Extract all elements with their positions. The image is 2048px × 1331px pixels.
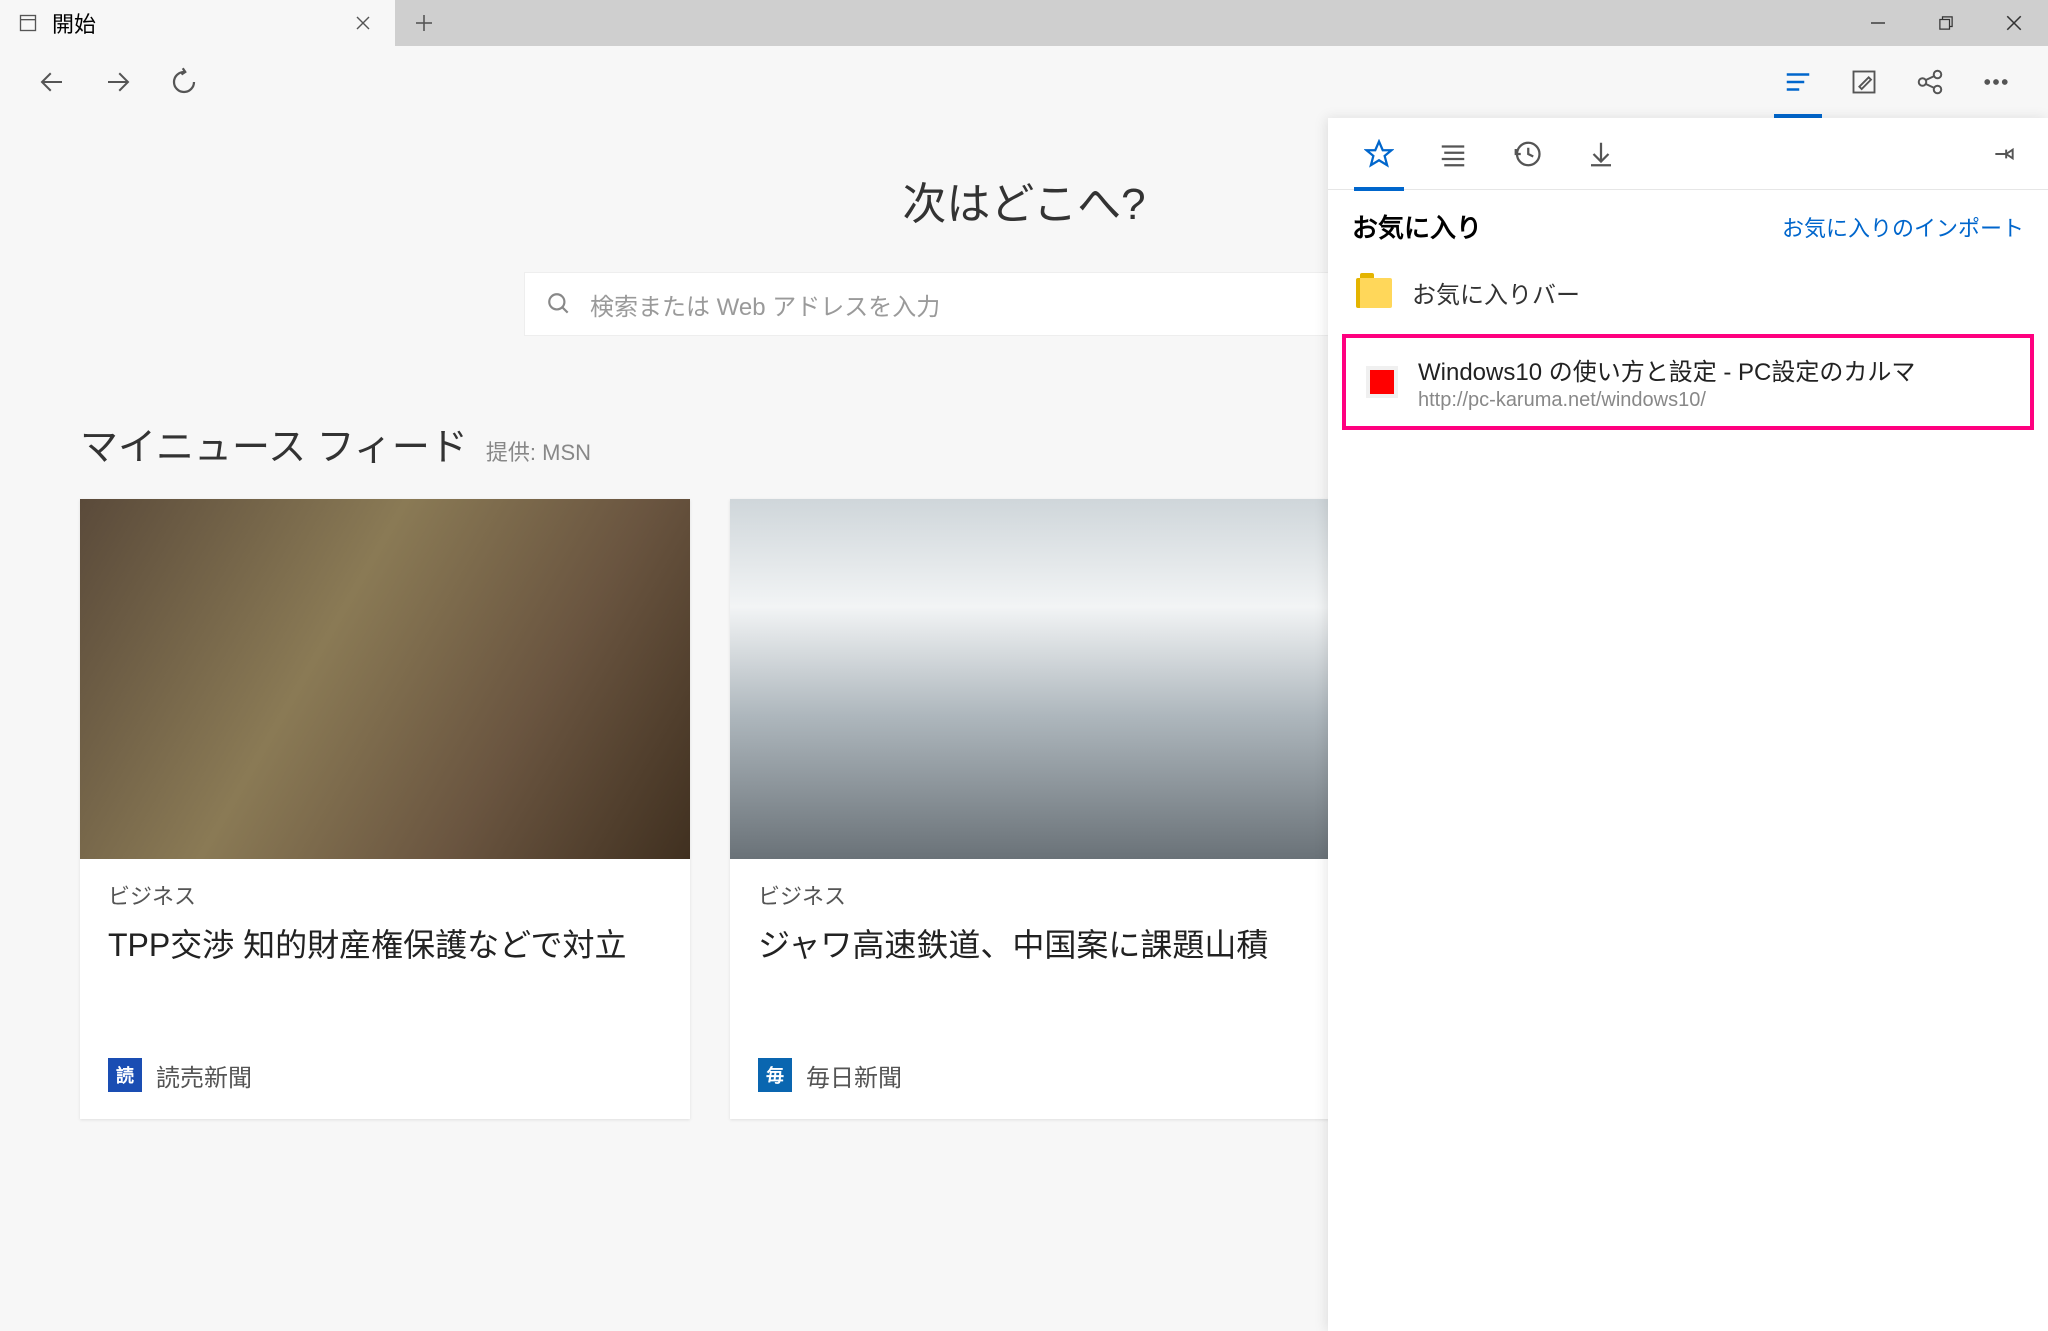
news-thumbnail bbox=[80, 499, 690, 859]
source-badge: 毎 bbox=[758, 1058, 792, 1092]
back-button[interactable] bbox=[20, 52, 84, 112]
tab-title: 開始 bbox=[52, 7, 96, 39]
news-card[interactable]: ビジネス ジャワ高速鉄道、中国案に課題山積 毎 毎日新聞 bbox=[730, 499, 1340, 1119]
maximize-button[interactable] bbox=[1912, 0, 1980, 46]
hub-panel: お気に入り お気に入りのインポート お気に入りバー Windows10 の使い方… bbox=[1328, 118, 2048, 1331]
news-category: ビジネス bbox=[108, 879, 662, 911]
close-window-button[interactable] bbox=[1980, 0, 2048, 46]
news-source: 読売新聞 bbox=[156, 1058, 252, 1093]
refresh-button[interactable] bbox=[152, 52, 216, 112]
news-thumbnail bbox=[730, 499, 1340, 859]
favorite-title: Windows10 の使い方と設定 - PC設定のカルマ bbox=[1418, 352, 1915, 387]
search-placeholder: 検索または Web アドレスを入力 bbox=[590, 287, 940, 322]
browser-toolbar bbox=[0, 46, 2048, 118]
folder-icon bbox=[1356, 278, 1392, 308]
search-icon bbox=[546, 291, 572, 317]
hub-panel-title: お気に入り bbox=[1352, 208, 1482, 245]
news-feed-title: マイニュース フィード bbox=[80, 416, 468, 471]
favorites-bar-folder[interactable]: お気に入りバー bbox=[1336, 259, 2040, 326]
more-button[interactable] bbox=[1964, 52, 2028, 112]
minimize-button[interactable] bbox=[1844, 0, 1912, 46]
favorite-entry-highlighted[interactable]: Windows10 の使い方と設定 - PC設定のカルマ http://pc-k… bbox=[1342, 334, 2034, 430]
source-badge: 読 bbox=[108, 1058, 142, 1092]
window-titlebar: 開始 bbox=[0, 0, 2048, 46]
news-headline: ジャワ高速鉄道、中国案に課題山積 bbox=[758, 923, 1312, 968]
favorite-url: http://pc-karuma.net/windows10/ bbox=[1418, 389, 1915, 412]
favicon-icon bbox=[1366, 366, 1398, 398]
downloads-tab[interactable] bbox=[1564, 124, 1638, 184]
window-controls bbox=[1844, 0, 2048, 46]
news-card[interactable]: ビジネス TPP交渉 知的財産権保護などで対立 読 読売新聞 bbox=[80, 499, 690, 1119]
browser-tab[interactable]: 開始 bbox=[0, 0, 395, 46]
import-favorites-link[interactable]: お気に入りのインポート bbox=[1782, 211, 2024, 243]
close-tab-button[interactable] bbox=[349, 15, 377, 31]
folder-label: お気に入りバー bbox=[1412, 275, 1580, 310]
reading-list-tab[interactable] bbox=[1416, 124, 1490, 184]
page-icon bbox=[18, 13, 38, 33]
news-headline: TPP交渉 知的財産権保護などで対立 bbox=[108, 923, 662, 968]
new-tab-button[interactable] bbox=[395, 0, 453, 46]
news-feed-provider: 提供: MSN bbox=[486, 435, 591, 467]
forward-button[interactable] bbox=[86, 52, 150, 112]
hub-button[interactable] bbox=[1766, 52, 1830, 112]
favorites-tab[interactable] bbox=[1342, 124, 1416, 184]
history-tab[interactable] bbox=[1490, 124, 1564, 184]
news-category: ビジネス bbox=[758, 879, 1312, 911]
share-button[interactable] bbox=[1898, 52, 1962, 112]
news-source: 毎日新聞 bbox=[806, 1058, 902, 1093]
web-note-button[interactable] bbox=[1832, 52, 1896, 112]
pin-hub-button[interactable] bbox=[1974, 141, 2034, 167]
hub-tabs bbox=[1328, 118, 2048, 190]
